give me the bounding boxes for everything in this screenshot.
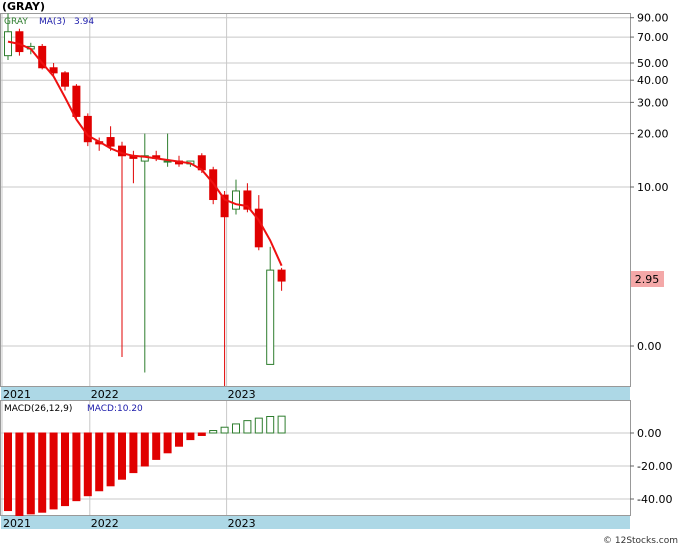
legend-ma-value: 3.94 xyxy=(74,17,94,27)
price-tick-label: 70.00 xyxy=(637,31,669,44)
stock-chart: 90.00 70.00 50.00 40.00 30.00 20.00 10.00 0.00 … xyxy=(0,0,678,546)
macd-bar xyxy=(220,426,229,434)
candle-body xyxy=(277,269,286,282)
macd-bar xyxy=(266,416,275,434)
macd-y-axis: 0.00 -20.00 -40.00 xyxy=(630,427,672,506)
macd-bar xyxy=(118,432,126,480)
candle-body xyxy=(4,31,12,57)
price-x-tick-label: 2021 xyxy=(3,388,31,401)
macd-bar xyxy=(26,432,35,515)
macd-bar xyxy=(4,432,12,512)
macd-bar xyxy=(106,432,115,487)
macd-legend-value: MACD:10.20 xyxy=(87,404,143,414)
macd-bar xyxy=(254,417,263,434)
macd-legend-label: MACD(26,12,9) xyxy=(4,404,72,414)
macd-bar xyxy=(61,432,69,507)
price-tick-label: 40.00 xyxy=(637,74,669,87)
macd-bar xyxy=(152,432,161,460)
candle-body xyxy=(72,85,81,117)
macd-bar xyxy=(175,432,183,447)
candle-body xyxy=(254,208,263,248)
site-credit: © 12Stocks.com xyxy=(603,536,678,546)
candle-body xyxy=(15,31,24,53)
candle-body xyxy=(232,190,240,210)
price-y-axis: 90.00 70.00 50.00 40.00 30.00 20.00 10.00 0.00 xyxy=(630,12,669,353)
macd-tick-label: 0.00 xyxy=(637,427,662,440)
macd-bar xyxy=(72,432,81,502)
macd-x-tick-label: 2022 xyxy=(91,517,119,530)
macd-bar xyxy=(277,415,286,434)
macd-tick-label: -40.00 xyxy=(637,493,672,506)
price-tick-label: 90.00 xyxy=(637,12,669,25)
macd-x-tick-label: 2023 xyxy=(228,517,256,530)
macd-x-tick-label: 2021 xyxy=(3,517,31,530)
macd-bar xyxy=(197,432,206,436)
macd-bar xyxy=(15,432,24,516)
price-tick-label: 10.00 xyxy=(637,181,669,194)
macd-bar xyxy=(209,430,218,434)
candle-body xyxy=(106,137,115,147)
price-tick-label: 50.00 xyxy=(637,57,669,70)
macd-bar xyxy=(232,423,240,434)
ticker-title: (GRAY) xyxy=(2,0,45,13)
macd-bar xyxy=(49,432,58,510)
price-tick-label: 20.00 xyxy=(637,128,669,141)
price-tick-label: 30.00 xyxy=(637,96,669,109)
macd-bar xyxy=(95,432,104,492)
macd-bar xyxy=(186,432,195,441)
macd-tick-label: -20.00 xyxy=(637,460,672,473)
legend-ma-label: MA(3) xyxy=(39,17,66,27)
price-panel-frame xyxy=(0,13,631,387)
legend-symbol: GRAY xyxy=(4,17,28,27)
candle-body xyxy=(266,269,275,365)
price-x-tick-label: 2023 xyxy=(228,388,256,401)
price-x-tick-label: 2022 xyxy=(91,388,119,401)
macd-bar xyxy=(140,432,149,467)
last-price-label: 2.95 xyxy=(635,273,660,286)
macd-bar xyxy=(163,432,172,454)
macd-bar xyxy=(129,432,138,474)
candle-body xyxy=(61,72,69,87)
macd-panel-frame xyxy=(0,400,631,516)
macd-bar xyxy=(83,432,92,497)
macd-bar xyxy=(38,432,47,513)
macd-bar xyxy=(243,420,252,434)
price-tick-label: 0.00 xyxy=(637,340,662,353)
